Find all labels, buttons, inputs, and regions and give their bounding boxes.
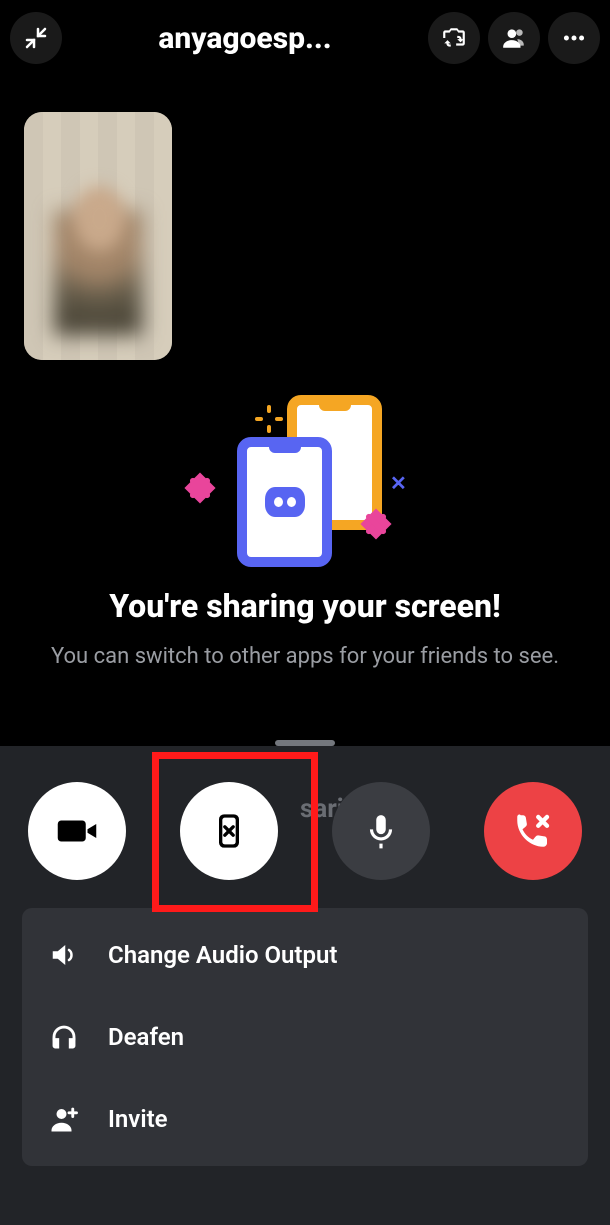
hangup-icon xyxy=(512,810,554,852)
self-video-thumbnail[interactable] xyxy=(24,112,172,360)
members-icon xyxy=(501,25,527,51)
sheet-handle[interactable] xyxy=(275,740,335,746)
deafen-item[interactable]: Deafen xyxy=(22,996,588,1078)
menu-item-label: Deafen xyxy=(108,1023,184,1051)
call-controls-sheet: saring xyxy=(0,746,610,1225)
toggle-camera-button[interactable] xyxy=(28,782,126,880)
screenshare-message: You're sharing your screen! You can swit… xyxy=(0,586,610,673)
members-button[interactable] xyxy=(488,12,540,64)
call-button-row xyxy=(0,768,610,894)
more-icon xyxy=(561,25,587,51)
speaker-icon xyxy=(46,940,82,970)
toggle-mic-button[interactable] xyxy=(332,782,430,880)
screenshare-subtext: You can switch to other apps for your fr… xyxy=(40,642,570,673)
phone-blue-icon xyxy=(237,437,332,567)
phone-stop-icon xyxy=(209,811,249,851)
hangup-button[interactable] xyxy=(484,782,582,880)
screenshare-illustration: ✕ xyxy=(195,395,415,565)
more-button[interactable] xyxy=(548,12,600,64)
call-title: anyagoesp... xyxy=(70,21,420,56)
collapse-button[interactable] xyxy=(10,12,62,64)
add-user-icon xyxy=(46,1104,82,1134)
collapse-icon xyxy=(24,26,48,50)
video-icon xyxy=(56,810,98,852)
discord-icon xyxy=(265,487,305,517)
mic-icon xyxy=(362,812,400,850)
star-icon xyxy=(184,472,215,503)
switch-camera-icon xyxy=(441,25,467,51)
switch-camera-button[interactable] xyxy=(428,12,480,64)
stop-screenshare-button[interactable] xyxy=(180,782,278,880)
invite-item[interactable]: Invite xyxy=(22,1078,588,1160)
menu-item-label: Change Audio Output xyxy=(108,941,337,969)
change-audio-output-item[interactable]: Change Audio Output xyxy=(22,914,588,996)
sparkle-x-icon: ✕ xyxy=(390,471,405,495)
call-topbar: anyagoesp... xyxy=(0,0,610,76)
sparkle-icon xyxy=(255,405,283,433)
screenshare-heading: You're sharing your screen! xyxy=(40,586,570,626)
headphones-icon xyxy=(46,1022,82,1052)
menu-item-label: Invite xyxy=(108,1105,168,1133)
call-options-menu: Change Audio Output Deafen Invite xyxy=(22,908,588,1166)
